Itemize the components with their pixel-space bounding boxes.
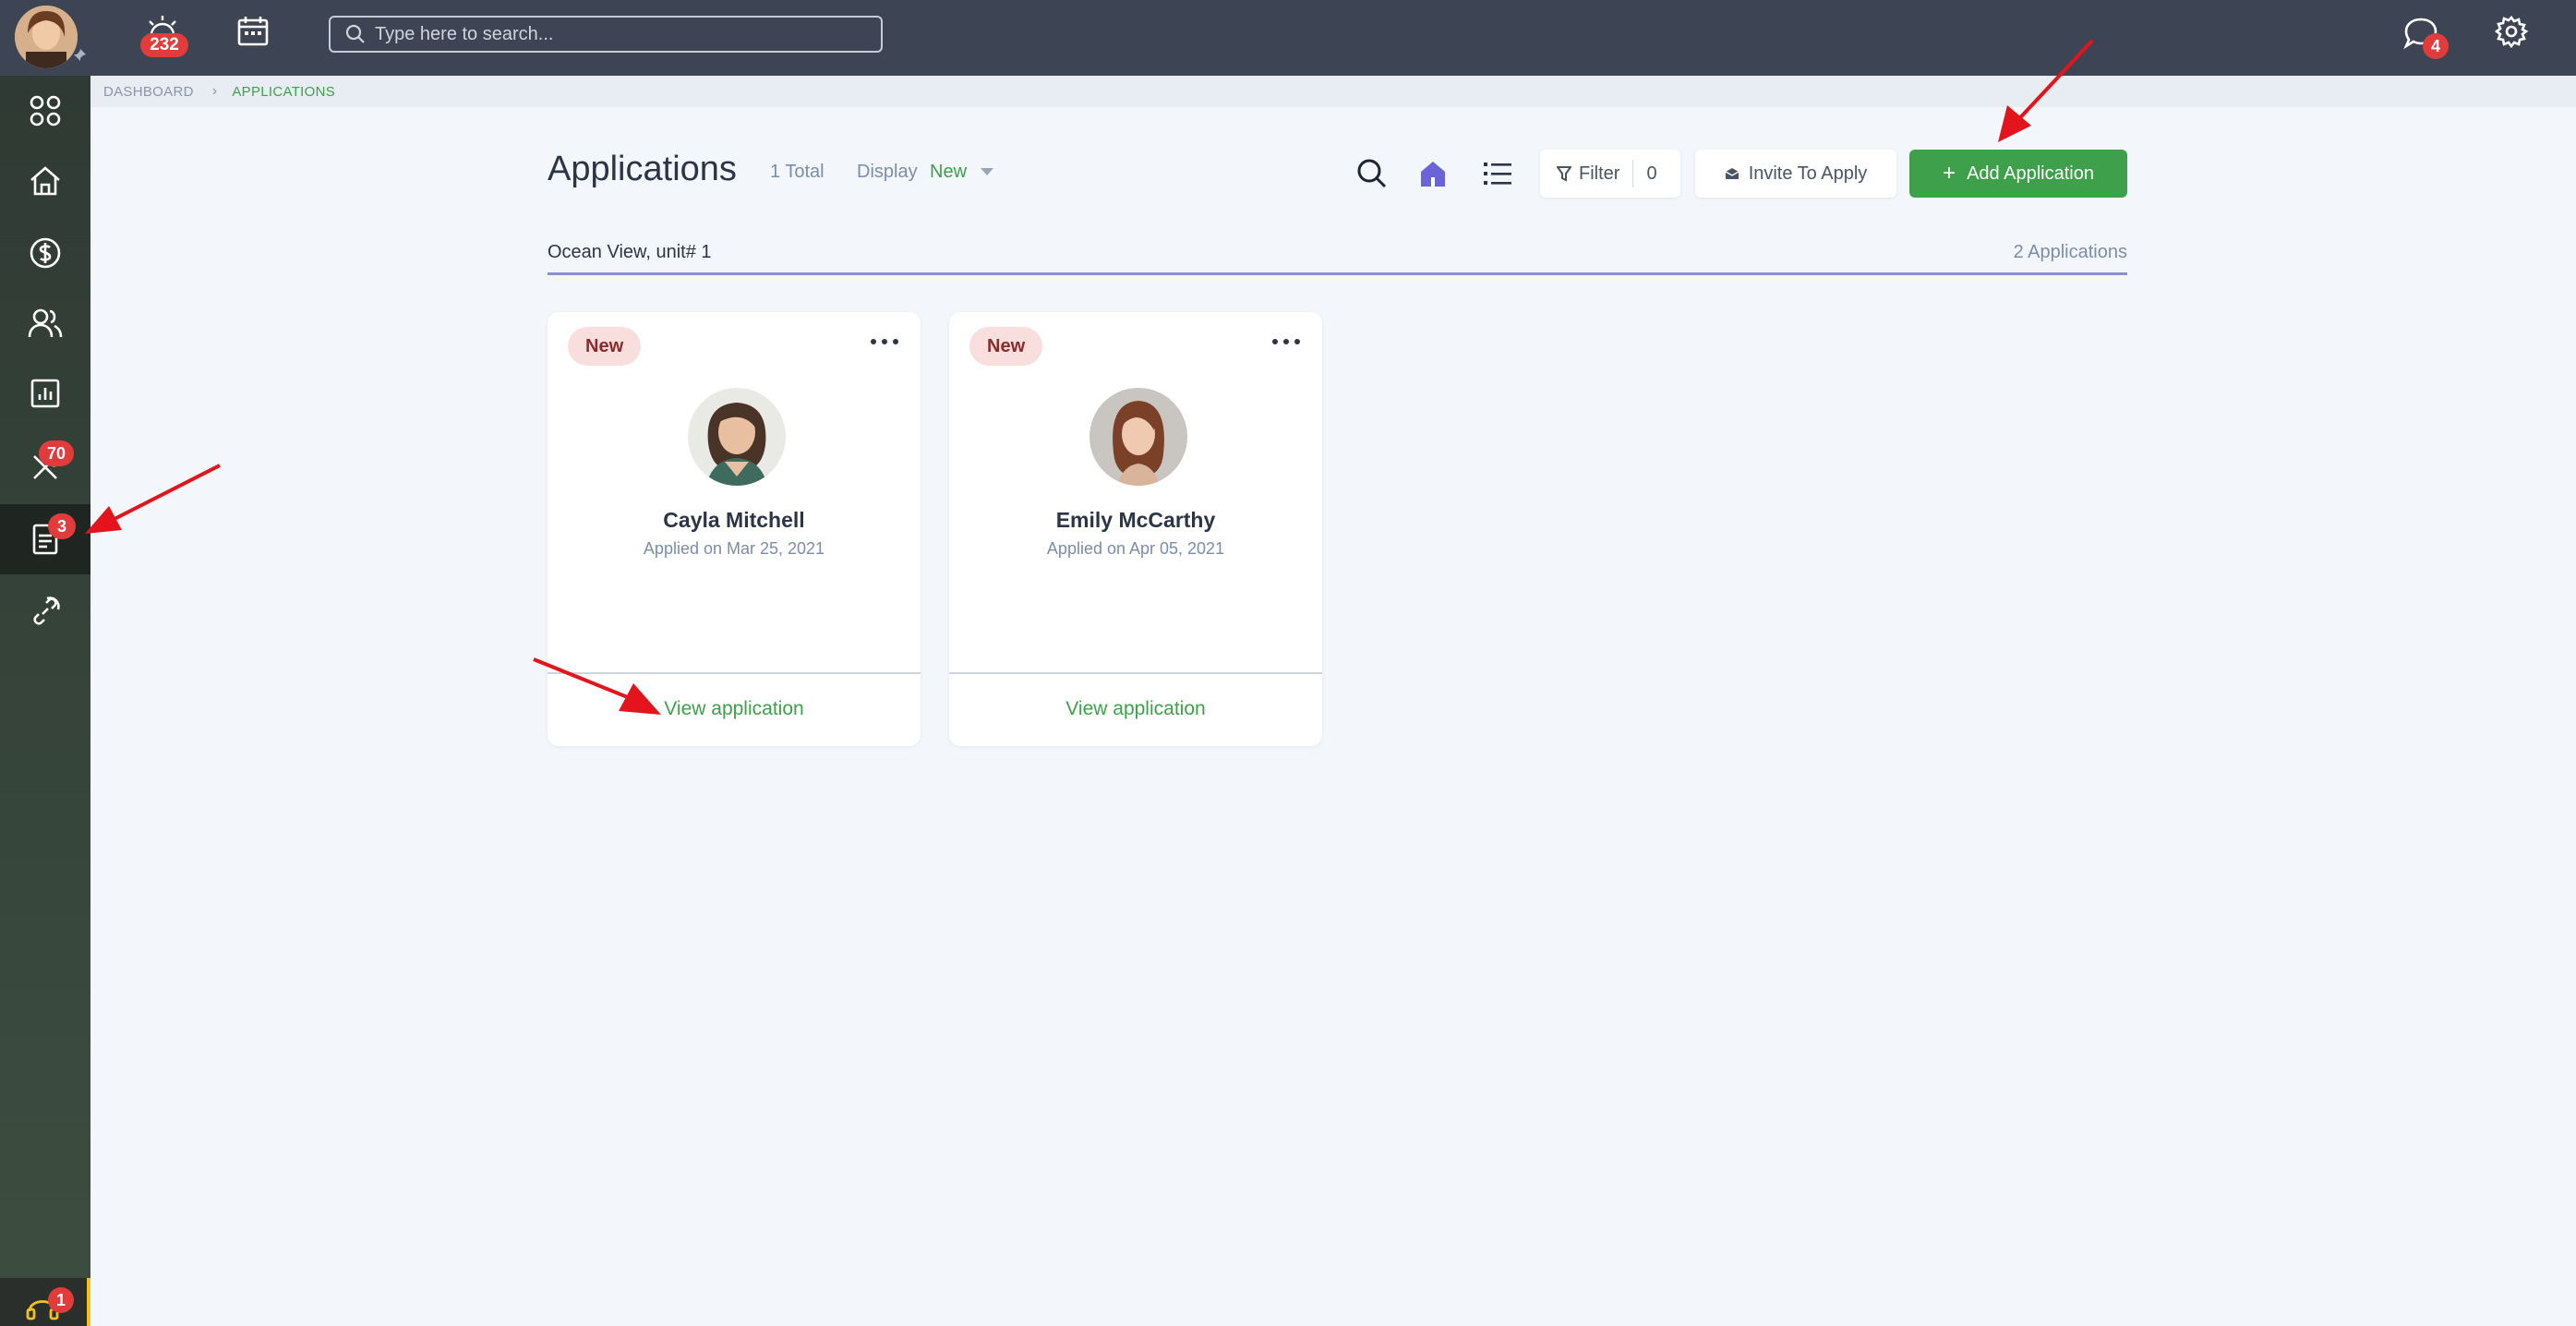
filter-button[interactable]: Filter 0	[1540, 150, 1680, 198]
support-badge: 1	[48, 1287, 74, 1313]
property-view-house-icon[interactable]	[1414, 155, 1451, 192]
applicant-name: Emily McCarthy	[1055, 508, 1216, 532]
display-label: Display	[857, 162, 918, 182]
sidebar-item-applications[interactable]	[0, 504, 90, 574]
applicant-avatar	[688, 388, 786, 486]
sidebar-item-accounting[interactable]	[0, 218, 90, 288]
annotation-arrow-view-application	[533, 657, 661, 715]
sidebar-item-home[interactable]	[0, 146, 90, 216]
top-bar: 232 4	[0, 0, 2576, 76]
search-icon	[345, 24, 366, 44]
applied-date: Applied on Apr 05, 2021	[1046, 539, 1225, 558]
sidebar-item-apps[interactable]	[0, 76, 90, 146]
view-application-link[interactable]: View application	[949, 698, 1322, 720]
filter-label: Filter	[1579, 163, 1620, 184]
filter-count: 0	[1646, 163, 1657, 184]
notifications-badge: 232	[140, 33, 188, 57]
maintenance-badge: 70	[39, 440, 74, 466]
property-group-header: Ocean View, unit# 1 2 Applications	[548, 238, 2127, 275]
property-application-count: 2 Applications	[2013, 242, 2127, 262]
breadcrumb-dashboard[interactable]: DASHBOARD	[103, 84, 194, 100]
pin-icon	[72, 48, 87, 63]
sidebar-item-people[interactable]	[0, 288, 90, 358]
applied-date: Applied on Mar 25, 2021	[643, 539, 825, 558]
annotation-arrow-add-application	[1998, 39, 2094, 142]
settings-gear-icon[interactable]	[2494, 15, 2529, 49]
support-bar[interactable]: 1	[0, 1278, 90, 1326]
search-input[interactable]	[366, 23, 881, 45]
total-count: 1 Total	[770, 162, 825, 182]
invite-to-apply-button[interactable]: Invite To Apply	[1695, 150, 1896, 198]
caret-down-icon[interactable]	[981, 168, 993, 175]
applicant-name: Cayla Mitchell	[663, 508, 805, 532]
chevron-right-icon: ›	[211, 83, 218, 99]
list-view-icon[interactable]	[1479, 155, 1516, 192]
search-toggle-icon[interactable]	[1354, 155, 1390, 192]
envelope-icon	[1725, 167, 1739, 180]
annotation-arrow-sidebar	[85, 464, 221, 534]
page-title: Applications	[548, 150, 737, 188]
dollar-circle-icon	[30, 237, 61, 269]
filter-funnel-icon	[1557, 165, 1571, 182]
calendar-icon[interactable]	[236, 15, 270, 46]
more-options-icon[interactable]	[1272, 334, 1300, 349]
users-icon	[28, 308, 63, 338]
breadcrumb-current: APPLICATIONS	[232, 83, 336, 100]
breadcrumb: DASHBOARD › APPLICATIONS	[90, 76, 2576, 107]
search-box[interactable]	[329, 16, 883, 53]
applications-badge: 3	[48, 513, 76, 539]
sidebar: 70 3	[0, 76, 90, 1326]
property-name: Ocean View, unit# 1	[548, 242, 712, 262]
messages-badge: 4	[2423, 33, 2449, 59]
link-icon	[33, 597, 60, 625]
status-badge: New	[969, 327, 1043, 366]
sidebar-item-reports[interactable]	[0, 358, 90, 428]
plus-icon: +	[1943, 161, 1956, 186]
bar-chart-icon	[30, 379, 60, 408]
application-card: New Emily McCarthy Applied on Apr 05, 20…	[949, 312, 1322, 746]
sidebar-item-links[interactable]	[0, 576, 90, 646]
user-avatar[interactable]	[15, 6, 78, 68]
home-icon	[30, 166, 60, 196]
apps-grid-icon	[30, 95, 61, 127]
invite-label: Invite To Apply	[1748, 163, 1868, 184]
status-badge: New	[568, 327, 642, 366]
more-options-icon[interactable]	[871, 334, 898, 349]
display-select[interactable]: New	[930, 162, 967, 183]
applicant-avatar	[1089, 388, 1187, 486]
add-application-label: Add Application	[1967, 163, 2094, 184]
add-application-button[interactable]: + Add Application	[1909, 150, 2127, 198]
